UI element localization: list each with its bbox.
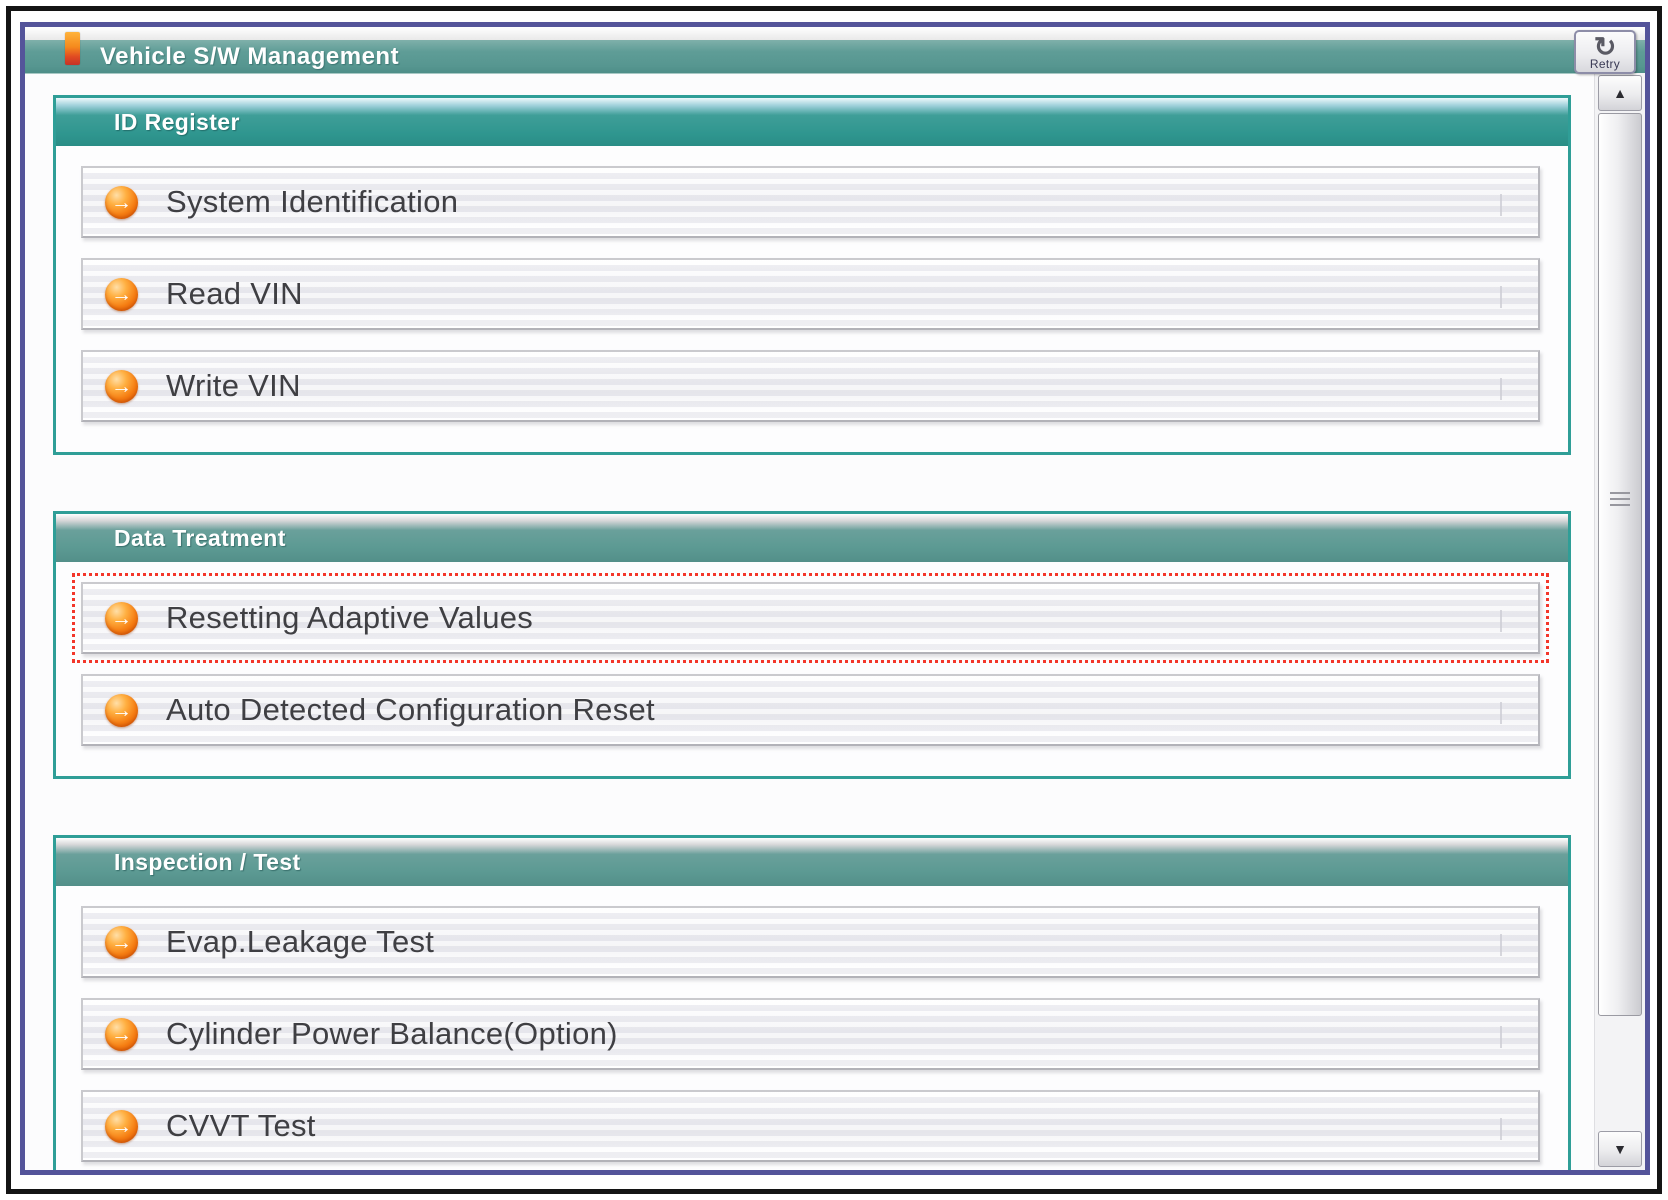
menu-item-label: System Identification [166,184,458,220]
section-header-id-register: ID Register [56,98,1568,146]
menu-item-label: Cylinder Power Balance(Option) [166,1016,618,1052]
app-icon [65,32,80,65]
scroll-up-button[interactable]: ▲ [1598,75,1642,111]
menu-item-label: CVVT Test [166,1108,316,1144]
down-arrow-icon: ▼ [1613,1141,1627,1157]
vertical-scrollbar[interactable]: ▲ ▼ [1594,73,1645,1170]
section-items: → Evap.Leakage Test → Cylinder Power Bal… [56,886,1568,1170]
menu-item-label: Read VIN [166,276,303,312]
arrow-icon: → [105,602,138,635]
retry-button-label: Retry [1576,57,1634,71]
menu-item-system-identification[interactable]: → System Identification [81,166,1540,238]
section-title: Inspection / Test [114,849,301,876]
scrollbar-thumb[interactable] [1598,113,1642,1016]
section-inspection-test: Inspection / Test → Evap.Leakage Test → … [53,835,1571,1170]
page-title: Vehicle S/W Management [100,43,399,71]
menu-item-auto-detected-configuration-reset[interactable]: → Auto Detected Configuration Reset [81,674,1540,746]
section-id-register: ID Register → System Identification → Re… [53,95,1571,455]
up-arrow-icon: ▲ [1613,85,1627,101]
menu-item-resetting-adaptive-values[interactable]: → Resetting Adaptive Values [81,582,1540,654]
menu-item-label: Write VIN [166,368,301,404]
title-bar-teal: Vehicle S/W Management [25,40,1645,74]
menu-item-cylinder-power-balance[interactable]: → Cylinder Power Balance(Option) [81,998,1540,1070]
title-bar-top-strip [25,27,1645,40]
section-data-treatment: Data Treatment → Resetting Adaptive Valu… [53,511,1571,779]
menu-item-label: Resetting Adaptive Values [166,600,533,636]
section-title: Data Treatment [114,525,286,552]
retry-button[interactable]: ↻ Retry [1574,30,1636,74]
menu-item-write-vin[interactable]: → Write VIN [81,350,1540,422]
menu-item-label: Evap.Leakage Test [166,924,434,960]
scrollbar-grip-icon [1610,492,1630,507]
scroll-down-button[interactable]: ▼ [1598,1131,1642,1167]
arrow-icon: → [105,1110,138,1143]
section-items: → Resetting Adaptive Values → Auto Detec… [56,562,1568,776]
arrow-icon: → [105,370,138,403]
menu-item-cvvt-test[interactable]: → CVVT Test [81,1090,1540,1162]
arrow-icon: → [105,278,138,311]
title-bar: Vehicle S/W Management ↻ Retry [25,27,1645,73]
section-header-data-treatment: Data Treatment [56,514,1568,562]
menu-item-evap-leakage-test[interactable]: → Evap.Leakage Test [81,906,1540,978]
menu-item-label: Auto Detected Configuration Reset [166,692,655,728]
menu-content: ID Register → System Identification → Re… [25,73,1593,1170]
vehicle-sw-management-window: Vehicle S/W Management ↻ Retry ID Regist… [20,22,1650,1175]
section-title: ID Register [114,109,240,136]
arrow-icon: → [105,186,138,219]
section-items: → System Identification → Read VIN → Wri… [56,146,1568,452]
menu-item-read-vin[interactable]: → Read VIN [81,258,1540,330]
section-header-inspection-test: Inspection / Test [56,838,1568,886]
arrow-icon: → [105,1018,138,1051]
arrow-icon: → [105,926,138,959]
arrow-icon: → [105,694,138,727]
